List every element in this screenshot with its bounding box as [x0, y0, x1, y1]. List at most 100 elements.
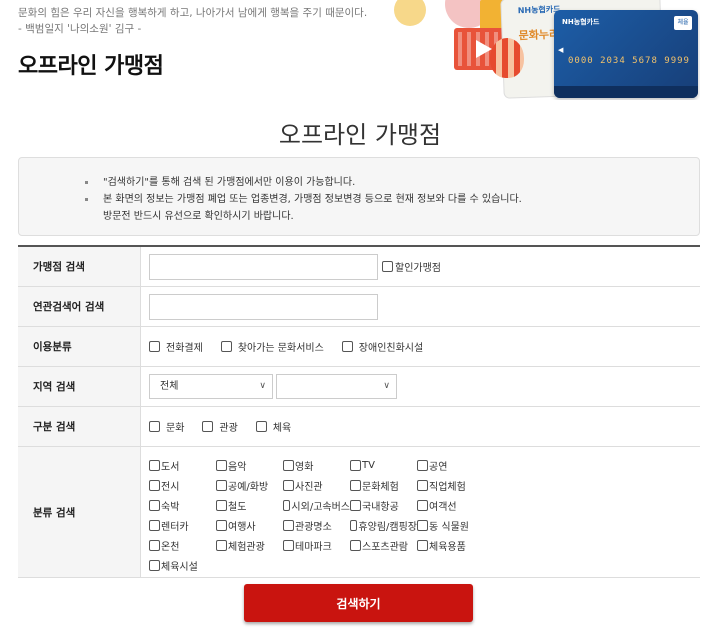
category-option-label: 체육시설 [161, 562, 198, 573]
usage-row: 이용분류 전화결제 찾아가는 문화서비스 장애인친화시설 [18, 327, 700, 367]
header: 문화의 힘은 우리 자신을 행복하게 하고, 나아가서 남에게 행복을 주기 때… [0, 0, 720, 100]
related-search-label: 연관검색어 검색 [18, 287, 141, 326]
discount-store-checkbox[interactable] [382, 261, 393, 272]
category-option-label: 테마파크 [295, 542, 332, 553]
category-option-label: 여객선 [429, 502, 457, 513]
category-checkbox[interactable] [283, 540, 294, 551]
category-option[interactable]: 여행사 [216, 518, 283, 533]
category-option[interactable]: 렌터카 [149, 518, 216, 533]
region-secondary-select[interactable]: ∨ [276, 374, 397, 399]
section-title: 오프라인 가맹점 [278, 121, 442, 149]
quote: 문화의 힘은 우리 자신을 행복하게 하고, 나아가서 남에게 행복을 주기 때… [18, 5, 367, 37]
category-checkbox[interactable] [216, 500, 227, 511]
category-option-label: 렌터카 [161, 522, 189, 533]
type-checkbox-sports[interactable] [255, 421, 267, 432]
category-checkbox[interactable] [350, 460, 361, 471]
credit-card-number: 0000 2034 5678 9999 [568, 56, 690, 66]
category-option-label: 사진관 [295, 482, 323, 493]
notice-box: "검색하기"를 통해 검색 된 가맹점에서만 이용이 가능합니다. 본 화면의 … [18, 157, 700, 236]
type-label: 구분 검색 [18, 407, 141, 446]
notice-item: 방문전 반드시 유선으로 확인하시기 바랍니다. [103, 211, 294, 222]
category-option-label: 여행사 [228, 522, 256, 533]
category-option[interactable]: 여객선 [417, 498, 507, 513]
category-option[interactable]: 체육시설 [149, 558, 216, 573]
category-checkbox[interactable] [417, 520, 428, 531]
category-checkbox[interactable] [417, 480, 428, 491]
category-checkbox[interactable] [417, 500, 428, 511]
category-option[interactable]: 시외/고속버스 [283, 498, 350, 513]
category-checkbox[interactable] [149, 500, 160, 511]
category-option-label: 체육용품 [429, 542, 466, 553]
category-option[interactable]: 문화체험 [350, 478, 417, 493]
page-title: 오프라인 가맹점 [18, 54, 164, 79]
usage-label: 이용분류 [18, 327, 141, 366]
category-option-label: TV [362, 460, 375, 471]
category-option[interactable]: 도서 [149, 458, 216, 473]
usage-checkbox-visiting[interactable] [220, 341, 232, 352]
category-option[interactable]: 영화 [283, 458, 350, 473]
category-checkbox[interactable] [149, 540, 160, 551]
category-option[interactable]: 테마파크 [283, 538, 350, 553]
category-option[interactable]: 철도 [216, 498, 283, 513]
type-option-label: 문화 [166, 423, 185, 434]
region-primary-value: 전체 [160, 381, 179, 392]
category-option-label: 문화체험 [362, 482, 399, 493]
category-checkbox[interactable] [350, 520, 358, 531]
credit-card-strip [554, 86, 698, 98]
category-option[interactable]: 공연 [417, 458, 507, 473]
category-checkbox[interactable] [283, 520, 294, 531]
category-checkbox[interactable] [350, 500, 361, 511]
type-checkbox-tourism[interactable] [202, 421, 214, 432]
category-checkbox[interactable] [149, 520, 160, 531]
category-checkbox[interactable] [417, 460, 428, 471]
region-row: 지역 검색 전체 ∨ ∨ [18, 367, 700, 407]
category-checkbox[interactable] [216, 520, 227, 531]
category-option[interactable]: 전시 [149, 478, 216, 493]
notice-item: "검색하기"를 통해 검색 된 가맹점에서만 이용이 가능합니다. [85, 174, 522, 191]
type-row: 구분 검색 문화 관광 체육 [18, 407, 700, 447]
category-checkbox[interactable] [417, 540, 428, 551]
category-checkbox[interactable] [350, 480, 361, 491]
category-option-label: 공연 [429, 462, 448, 473]
usage-checkbox-phone[interactable] [149, 341, 160, 352]
arrow-icon: ◀ [558, 46, 564, 54]
related-search-input[interactable] [149, 293, 378, 320]
category-checkbox[interactable] [283, 480, 294, 491]
category-option[interactable]: 스포츠관람 [350, 538, 417, 553]
category-option-label: 직업체험 [429, 482, 466, 493]
store-search-input[interactable] [149, 253, 378, 280]
category-option[interactable]: 숙박 [149, 498, 216, 513]
category-option[interactable]: 국내항공 [350, 498, 417, 513]
category-option[interactable]: 관광명소 [283, 518, 350, 533]
category-checkbox[interactable] [283, 460, 294, 471]
category-option[interactable]: 직업체험 [417, 478, 507, 493]
category-option[interactable]: 체육용품 [417, 538, 507, 553]
category-option[interactable]: 사진관 [283, 478, 350, 493]
category-checkbox[interactable] [149, 460, 160, 471]
category-checkbox[interactable] [216, 460, 227, 471]
usage-option-label: 전화결제 [166, 343, 203, 354]
category-grid: 도서 음악 영화 TV 공연전시 공예/화방 사진관 문화체험 직업체험숙박 철도 시외/고속버스 국… [149, 447, 507, 583]
category-option-label: 숙박 [161, 502, 180, 513]
category-checkbox[interactable] [350, 540, 361, 551]
category-option[interactable]: 온천 [149, 538, 216, 553]
usage-checkbox-accessible[interactable] [341, 341, 353, 352]
category-option[interactable]: 공예/화방 [216, 478, 283, 493]
credit-card-badge: 체율 [674, 16, 692, 30]
search-button[interactable]: 검색하기 [244, 584, 473, 622]
region-primary-select[interactable]: 전체 ∨ [149, 374, 273, 399]
category-checkbox[interactable] [149, 480, 160, 491]
category-checkbox[interactable] [216, 480, 227, 491]
category-option-label: 국내항공 [362, 502, 399, 513]
category-checkbox[interactable] [216, 540, 227, 551]
category-checkbox[interactable] [149, 560, 160, 571]
category-option[interactable]: 체험관광 [216, 538, 283, 553]
category-checkbox[interactable] [283, 500, 291, 511]
type-checkbox-culture[interactable] [149, 421, 160, 432]
category-option[interactable]: 동 식물원 [417, 518, 507, 533]
category-option[interactable]: 휴양림/캠핑장 [350, 518, 417, 533]
category-option-label: 시외/고속버스 [291, 502, 350, 513]
banner-illustration: NH농협카드 문화누리 NH농협카드 체율 ◀ 0000 2034 5678 9… [390, 0, 700, 100]
category-option[interactable]: 음악 [216, 458, 283, 473]
category-option[interactable]: TV [350, 458, 417, 473]
